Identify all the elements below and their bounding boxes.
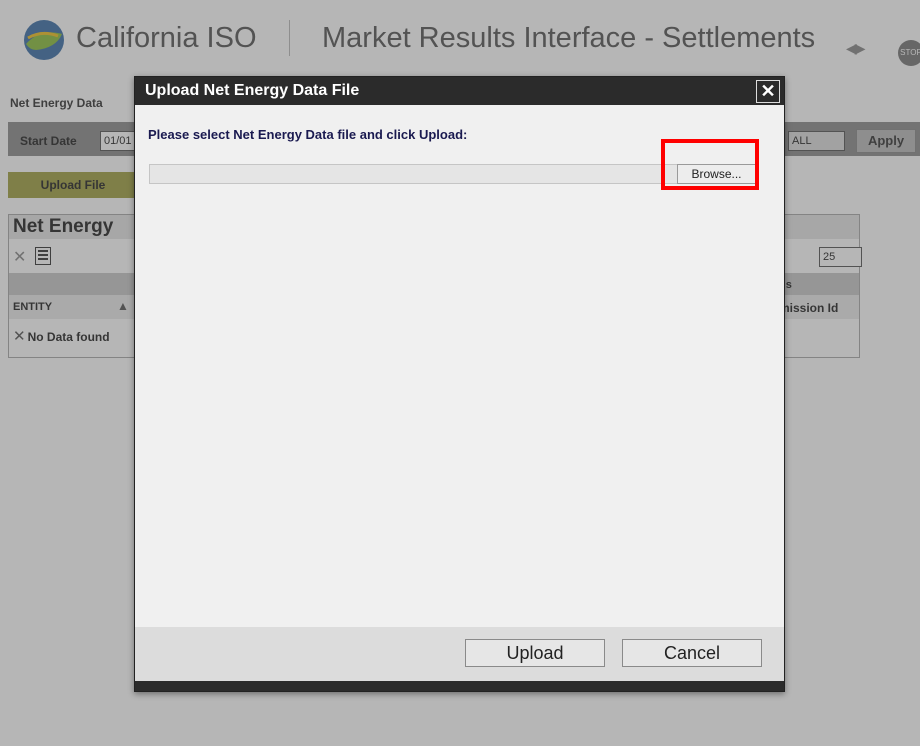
browse-highlight-box — [661, 139, 759, 190]
close-icon[interactable]: ✕ — [756, 80, 780, 103]
file-path-field[interactable] — [149, 164, 681, 184]
cancel-button[interactable]: Cancel — [622, 639, 762, 667]
dialog-titlebar: Upload Net Energy Data File ✕ — [135, 77, 784, 105]
dialog-title: Upload Net Energy Data File — [145, 82, 360, 99]
dialog-bottom-bar — [135, 681, 784, 691]
app-window: California ISO Market Results Interface … — [0, 0, 920, 746]
upload-button[interactable]: Upload — [465, 639, 605, 667]
dialog-footer: Upload Cancel — [135, 627, 784, 681]
dialog-prompt: Please select Net Energy Data file and c… — [148, 127, 468, 142]
